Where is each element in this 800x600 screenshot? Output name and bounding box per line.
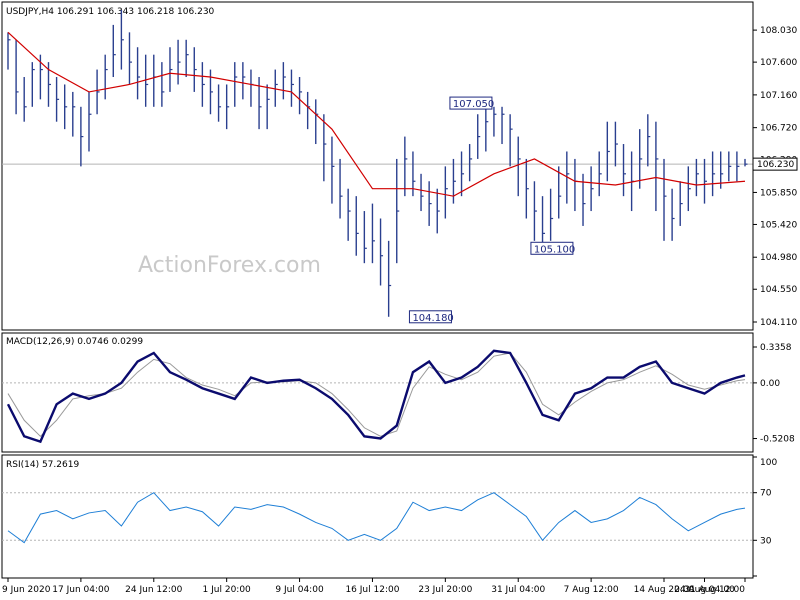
forex-chart: ActionForex.com USDJPY,H4 106.291 106.34… [0, 0, 800, 600]
price-tick-label: 107.600 [760, 58, 797, 68]
x-tick-label: 1 Jul 20:00 [203, 585, 252, 595]
x-tick-label: 31 Jul 04:00 [491, 585, 545, 595]
x-tick-label: 31 Aug 12:00 [684, 585, 745, 595]
x-tick-label: 17 Jun 04:00 [52, 585, 109, 595]
x-tick-label: 9 Jul 04:00 [275, 585, 324, 595]
price-annotation-label: 105.100 [534, 244, 575, 255]
x-tick-label: 9 Jun 2020 [2, 585, 51, 595]
price-annotation-label: 104.180 [412, 313, 453, 324]
rsi-tick-label: 30 [760, 536, 772, 546]
macd-tick-label: -0.5208 [760, 435, 795, 445]
rsi-tick-label: 100 [760, 458, 777, 468]
price-tick-label: 105.420 [760, 220, 797, 230]
chart-canvas: ActionForex.com USDJPY,H4 106.291 106.34… [0, 0, 800, 600]
x-tick-label: 23 Jul 20:00 [418, 585, 472, 595]
price-tick-label: 105.850 [760, 188, 797, 198]
x-tick-label: 24 Jun 12:00 [125, 585, 182, 595]
macd-tick-label: 0.00 [760, 379, 780, 389]
price-panel-title: USDJPY,H4 106.291 106.343 106.218 106.23… [6, 7, 215, 17]
price-tick-label: 108.030 [760, 26, 797, 36]
rsi-tick-label: 70 [760, 489, 772, 499]
x-tick-label: 7 Aug 12:00 [564, 585, 619, 595]
x-tick-label: 16 Jul 12:00 [345, 585, 399, 595]
macd-tick-label: 0.3358 [760, 343, 792, 353]
macd-panel-title: MACD(12,26,9) 0.0746 0.0299 [6, 337, 143, 347]
price-tick-label: 107.160 [760, 91, 797, 101]
current-price-label: 106.230 [757, 160, 794, 170]
price-tick-label: 106.720 [760, 124, 797, 134]
price-annotation-label: 107.050 [453, 99, 494, 110]
price-tick-label: 104.550 [760, 285, 797, 295]
rsi-panel-title: RSI(14) 57.2619 [6, 460, 79, 470]
price-tick-label: 104.980 [760, 253, 797, 263]
price-tick-label: 104.110 [760, 318, 797, 328]
watermark: ActionForex.com [138, 253, 321, 278]
